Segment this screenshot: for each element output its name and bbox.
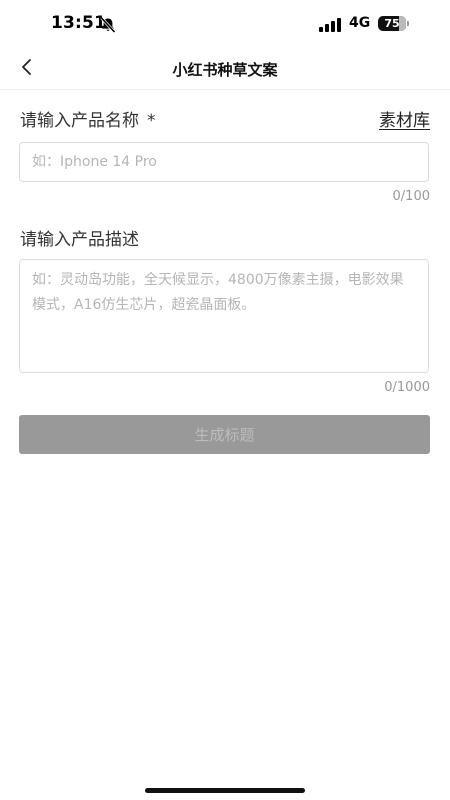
product-desc-label: 请输入产品描述	[20, 230, 139, 250]
product-name-input[interactable]	[20, 143, 428, 181]
battery-cap	[407, 21, 409, 26]
bell-slash-icon	[99, 16, 117, 34]
generate-title-button[interactable]: 生成标题	[19, 415, 430, 454]
product-name-field-box	[19, 142, 429, 182]
product-name-label: 请输入产品名称 *	[20, 106, 156, 131]
nav-bar: 小红书种草文案	[0, 48, 450, 90]
page-title: 小红书种草文案	[172, 61, 278, 79]
status-bar: 13:51 4G 75	[0, 0, 450, 48]
battery-level: 75	[384, 17, 400, 30]
product-name-counter: 0/100	[392, 189, 430, 204]
battery-icon: 75	[378, 16, 406, 31]
home-indicator	[145, 788, 305, 793]
network-label: 4G	[349, 15, 371, 31]
material-library-link[interactable]: 素材库	[379, 106, 430, 131]
product-desc-counter: 0/1000	[384, 380, 430, 395]
signal-icon	[319, 17, 343, 32]
required-mark: *	[147, 111, 156, 131]
product-desc-input[interactable]	[20, 260, 428, 372]
product-name-label-text: 请输入产品名称	[20, 111, 139, 131]
status-time: 13:51	[51, 13, 107, 33]
product-desc-field-box	[19, 259, 429, 373]
